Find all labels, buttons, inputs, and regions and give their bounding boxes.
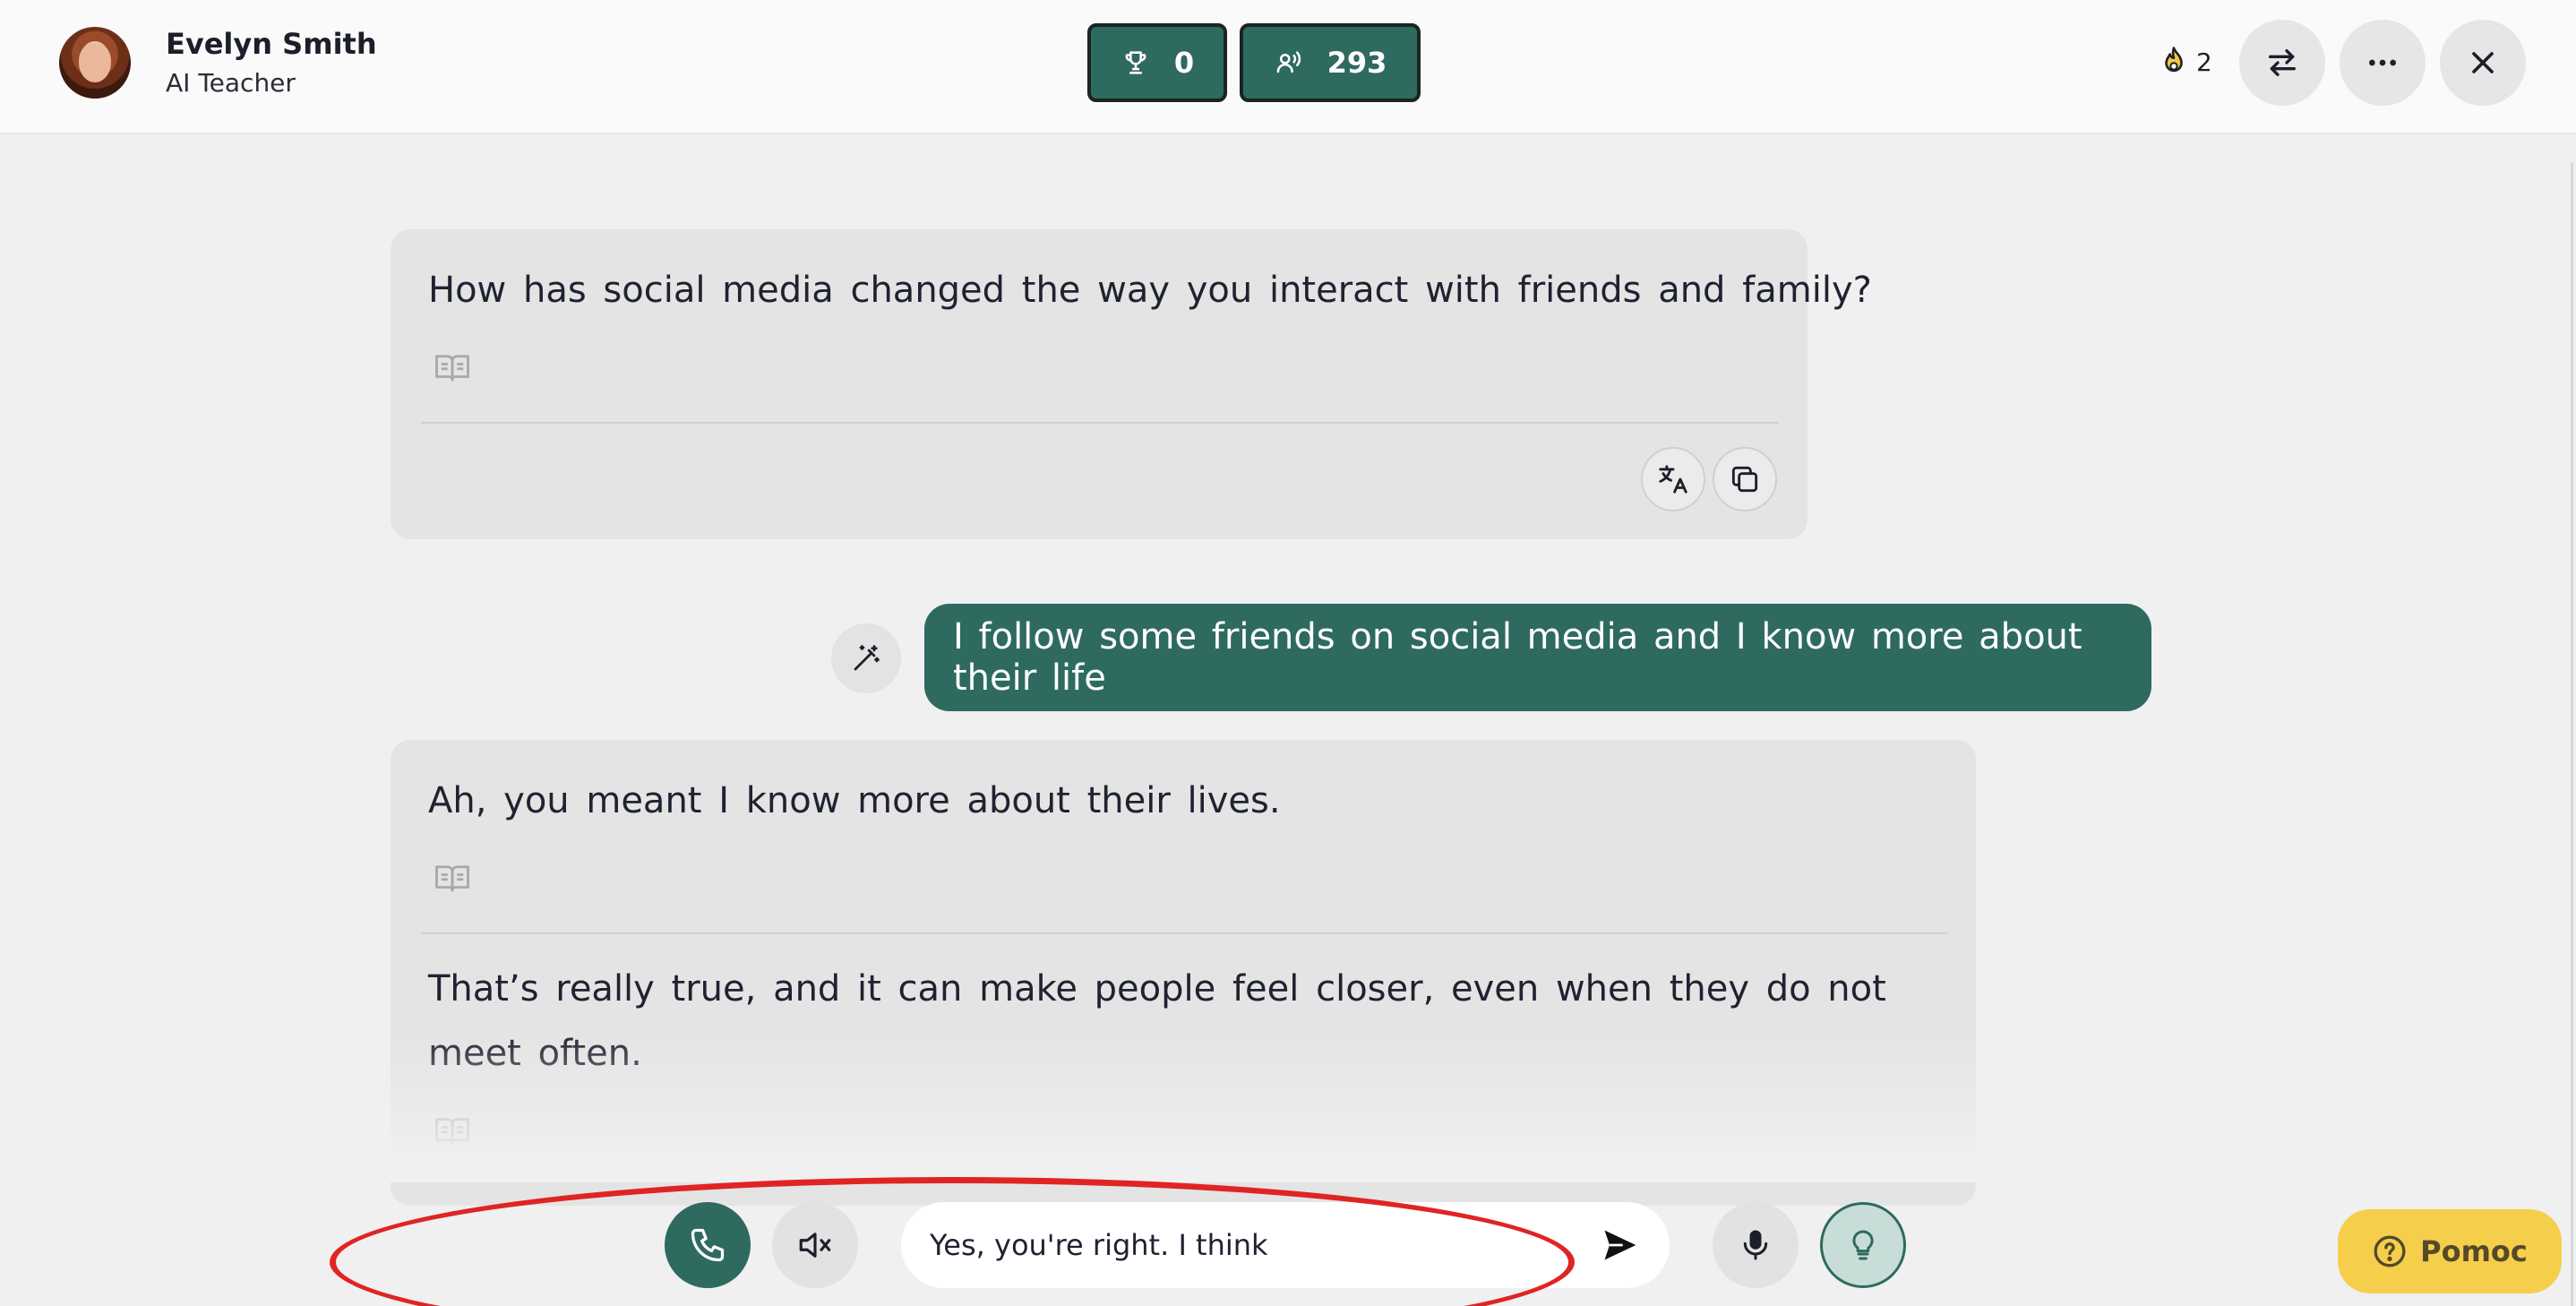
help-button[interactable]: Pomoc	[2338, 1209, 2562, 1293]
user-message-text: I follow some friends on social media an…	[953, 616, 2082, 699]
scrollbar-track[interactable]	[2571, 163, 2573, 1306]
copy-icon	[1731, 466, 1758, 493]
switch-button[interactable]	[2239, 20, 2325, 106]
more-options-button[interactable]	[2340, 20, 2426, 106]
speaking-counter-button[interactable]: 293	[1240, 23, 1421, 102]
translate-icon	[1659, 465, 1687, 494]
message-input-container	[901, 1202, 1670, 1288]
trophy-counter-button[interactable]: 0	[1087, 23, 1227, 102]
send-icon[interactable]	[1600, 1225, 1639, 1265]
dictionary-book-icon[interactable]	[434, 351, 471, 383]
correction-text: Ah, you meant I know more about their li…	[428, 780, 1281, 821]
message-input[interactable]	[930, 1222, 1575, 1268]
speaker-muted-icon	[799, 1233, 831, 1258]
call-button[interactable]	[665, 1202, 751, 1288]
streak-count: 2	[2196, 47, 2212, 77]
teacher-name: Evelyn Smith	[166, 27, 377, 61]
correct-message-button[interactable]	[831, 623, 901, 693]
lightbulb-icon	[1852, 1230, 1874, 1260]
scroll-fade	[391, 1030, 1976, 1182]
dictionary-book-icon[interactable]	[434, 862, 471, 894]
magic-wand-icon	[854, 645, 880, 671]
speaking-count: 293	[1327, 46, 1387, 80]
top-bar: Evelyn Smith AI Teacher 0 293 2	[0, 0, 2576, 134]
ai-message-text: How has social media changed the way you…	[428, 270, 1872, 311]
user-message-bubble: I follow some friends on social media an…	[924, 604, 2151, 711]
speaking-person-icon	[1276, 51, 1301, 73]
hint-button[interactable]	[1820, 1202, 1906, 1288]
microphone-button[interactable]	[1713, 1202, 1799, 1288]
mute-button[interactable]	[772, 1202, 858, 1288]
flame-icon	[2165, 47, 2183, 73]
close-button[interactable]	[2440, 20, 2526, 106]
message-divider	[421, 932, 1947, 934]
translate-button[interactable]	[1641, 447, 1705, 511]
ellipsis-icon	[2369, 59, 2396, 66]
copy-button[interactable]	[1713, 447, 1777, 511]
swap-arrows-icon	[2269, 49, 2296, 77]
trophy-icon	[1125, 51, 1146, 74]
trophy-count: 0	[1173, 46, 1195, 80]
help-label: Pomoc	[2420, 1234, 2528, 1268]
close-icon	[2472, 52, 2494, 73]
microphone-icon	[1743, 1230, 1768, 1260]
teacher-role: AI Teacher	[166, 68, 296, 98]
message-divider	[421, 422, 1779, 424]
question-circle-icon	[2374, 1235, 2406, 1267]
phone-icon	[691, 1228, 725, 1262]
streak-indicator: 2	[2159, 45, 2212, 79]
teacher-avatar	[59, 27, 131, 99]
